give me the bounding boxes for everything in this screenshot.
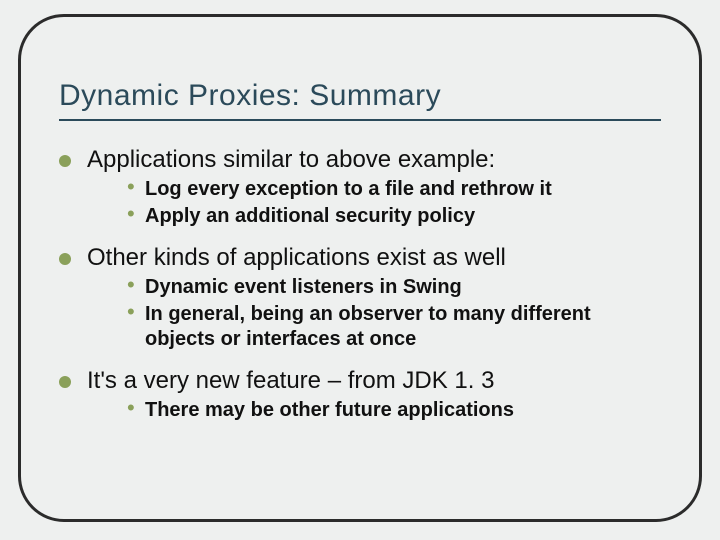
list-item: It's a very new feature – from JDK 1. 3 … [59, 366, 661, 423]
slide: Dynamic Proxies: Summary Applications si… [0, 0, 720, 540]
bullet-list: Applications similar to above example: L… [59, 145, 661, 423]
sub-list: Log every exception to a file and rethro… [87, 177, 661, 229]
list-item-text: Other kinds of applications exist as wel… [87, 244, 506, 271]
sub-list-item: Apply an additional security policy [127, 204, 661, 229]
list-item-text: Applications similar to above example: [87, 146, 495, 173]
list-item: Other kinds of applications exist as wel… [59, 243, 661, 352]
slide-frame: Dynamic Proxies: Summary Applications si… [18, 14, 702, 522]
sub-list: Dynamic event listeners in Swing In gene… [87, 275, 661, 352]
list-item: Applications similar to above example: L… [59, 145, 661, 229]
sub-list: There may be other future applications [87, 398, 661, 423]
sub-list-item: There may be other future applications [127, 398, 661, 423]
sub-list-item: In general, being an observer to many di… [127, 302, 661, 352]
sub-list-item: Log every exception to a file and rethro… [127, 177, 661, 202]
sub-list-item: Dynamic event listeners in Swing [127, 275, 661, 300]
list-item-text: It's a very new feature – from JDK 1. 3 [87, 367, 494, 394]
slide-title: Dynamic Proxies: Summary [59, 79, 661, 121]
